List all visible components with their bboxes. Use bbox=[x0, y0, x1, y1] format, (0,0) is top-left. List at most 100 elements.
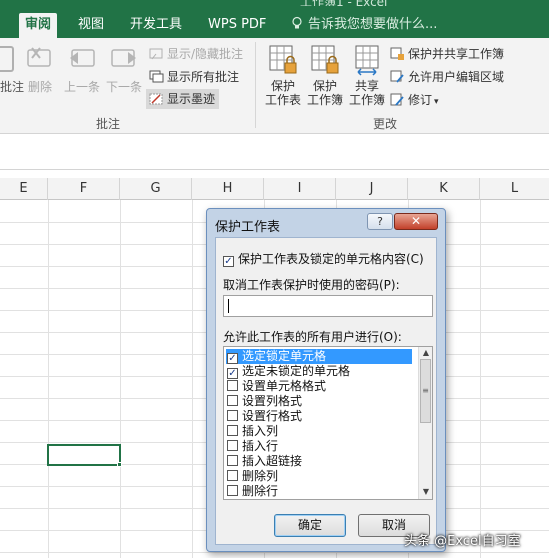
list-item-label: 删除列 bbox=[242, 469, 279, 483]
next-comment-icon bbox=[111, 49, 136, 67]
tell-me-search[interactable]: 告诉我您想要做什么... bbox=[290, 13, 437, 38]
window-title: 工作簿1 - Excel bbox=[300, 0, 387, 6]
next-comment-button[interactable]: 下一条 bbox=[106, 78, 142, 95]
share-workbook-label-2: 工作簿 bbox=[348, 93, 385, 107]
protect-workbook-button[interactable]: 保护 工作簿 bbox=[305, 44, 345, 107]
list-item[interactable]: 插入行 bbox=[226, 439, 412, 454]
allow-edit-label: 允许用户编辑区域 bbox=[408, 70, 505, 84]
list-checkbox[interactable] bbox=[227, 410, 238, 421]
list-item[interactable]: 插入列 bbox=[226, 424, 412, 439]
list-item-label: 选定锁定单元格 bbox=[242, 349, 327, 363]
ok-button[interactable]: 确定 bbox=[274, 514, 346, 537]
text-caret bbox=[228, 299, 229, 313]
tab-review[interactable]: 审阅 bbox=[19, 13, 58, 38]
list-item-label: 插入列 bbox=[242, 424, 279, 438]
list-item[interactable]: 设置列格式 bbox=[226, 394, 412, 409]
protect-sheet-label-1: 保护 bbox=[270, 79, 295, 93]
list-item-label: 设置列格式 bbox=[242, 394, 303, 408]
protect-sheet-label-2: 工作表 bbox=[264, 93, 301, 107]
fill-handle[interactable] bbox=[117, 462, 122, 467]
changes-group-label: 更改 bbox=[373, 117, 398, 131]
show-all-comments-button[interactable]: 显示所有批注 bbox=[149, 68, 239, 85]
protect-workbook-label-2: 工作簿 bbox=[306, 93, 343, 107]
tab-developer[interactable]: 开发工具 bbox=[124, 13, 188, 38]
dialog-title: 保护工作表 bbox=[215, 220, 281, 235]
column-header-f[interactable]: F bbox=[48, 178, 120, 200]
protect-share-label: 保护并共享工作簿 bbox=[408, 47, 505, 61]
close-button[interactable]: ✕ bbox=[394, 213, 438, 230]
active-cell[interactable] bbox=[47, 444, 121, 466]
ribbon-tab-bar: 工作簿1 - Excel 审阅 视图 开发工具 WPS PDF 告诉我您想要做什… bbox=[0, 0, 549, 38]
permissions-list[interactable]: ✓ 选定锁定单元格 ✓ 选定未锁定的单元格 设置单元格格式 设置列格式 设置行格式 … bbox=[223, 346, 433, 500]
show-ink-button[interactable]: 显示墨迹 bbox=[146, 89, 220, 109]
share-workbook-label-1: 共享 bbox=[354, 79, 379, 93]
column-header-i[interactable]: I bbox=[264, 178, 336, 200]
group-divider bbox=[255, 42, 256, 128]
protect-checkbox[interactable]: ✓ bbox=[223, 256, 234, 267]
protect-checkbox-row[interactable]: ✓ 保护工作表及锁定的单元格内容(C) bbox=[223, 250, 424, 267]
list-item[interactable]: 设置单元格格式 bbox=[226, 379, 412, 394]
column-header-l[interactable]: L bbox=[480, 178, 549, 200]
list-item[interactable]: ✓ 选定锁定单元格 bbox=[226, 349, 412, 364]
scroll-thumb[interactable]: ≡ bbox=[420, 359, 431, 423]
delete-comment-button[interactable]: 删除 bbox=[28, 78, 52, 95]
list-checkbox[interactable] bbox=[227, 470, 238, 481]
previous-comment-button[interactable]: 上一条 bbox=[64, 78, 100, 95]
column-header-g[interactable]: G bbox=[120, 178, 192, 200]
list-item[interactable]: 删除行 bbox=[226, 484, 412, 499]
comment-toggle-icon bbox=[149, 48, 163, 60]
protect-share-workbook-button[interactable]: 保护并共享工作簿 bbox=[390, 45, 504, 62]
column-header-k[interactable]: K bbox=[408, 178, 480, 200]
list-item-label: 插入行 bbox=[242, 439, 279, 453]
column-header-h[interactable]: H bbox=[192, 178, 264, 200]
new-comment-button[interactable]: 批注 bbox=[0, 78, 24, 95]
show-hide-comment-label: 显示/隐藏批注 bbox=[167, 47, 244, 61]
tab-wps-pdf[interactable]: WPS PDF bbox=[202, 13, 272, 38]
column-header-j[interactable]: J bbox=[336, 178, 408, 200]
allow-edit-icon bbox=[390, 70, 404, 83]
list-item[interactable]: 删除列 bbox=[226, 469, 412, 484]
list-checkbox[interactable]: ✓ bbox=[227, 368, 238, 379]
protect-checkbox-label: 保护工作表及锁定的单元格内容(C) bbox=[238, 252, 424, 266]
list-scrollbar[interactable]: ▲ ≡ ▼ bbox=[418, 347, 432, 499]
ink-pen-icon bbox=[149, 93, 163, 105]
protect-workbook-icon bbox=[311, 45, 339, 74]
tell-me-text: 告诉我您想要做什么... bbox=[308, 17, 438, 32]
show-hide-comment-button[interactable]: 显示/隐藏批注 bbox=[149, 45, 243, 62]
comments-group-label: 批注 bbox=[96, 117, 121, 131]
password-input[interactable] bbox=[223, 295, 433, 317]
list-checkbox[interactable] bbox=[227, 395, 238, 406]
delete-comment-icon bbox=[27, 47, 51, 67]
protect-sheet-dialog: 保护工作表 ? ✕ ✓ 保护工作表及锁定的单元格内容(C) 取消工作表保护时使用的… bbox=[206, 208, 446, 552]
column-header-e[interactable]: E bbox=[0, 178, 48, 200]
list-checkbox[interactable] bbox=[227, 425, 238, 436]
list-checkbox[interactable] bbox=[227, 440, 238, 451]
password-label: 取消工作表保护时使用的密码(P): bbox=[223, 278, 400, 292]
show-all-comments-label: 显示所有批注 bbox=[167, 70, 240, 84]
scroll-up-arrow-icon[interactable]: ▲ bbox=[421, 348, 431, 358]
list-item-label: 删除行 bbox=[242, 484, 279, 498]
list-checkbox[interactable] bbox=[227, 485, 238, 496]
list-checkbox[interactable] bbox=[227, 455, 238, 466]
list-checkbox[interactable]: ✓ bbox=[227, 353, 238, 364]
protect-workbook-label-1: 保护 bbox=[312, 79, 337, 93]
list-item[interactable]: 插入超链接 bbox=[226, 454, 412, 469]
share-workbook-button[interactable]: 共享 工作簿 bbox=[347, 44, 387, 107]
allow-edit-ranges-button[interactable]: 允许用户编辑区域 bbox=[390, 68, 504, 85]
tab-view[interactable]: 视图 bbox=[72, 13, 110, 38]
list-item-label: 设置行格式 bbox=[242, 409, 303, 423]
help-button[interactable]: ? bbox=[367, 213, 393, 230]
formula-bar-area bbox=[0, 134, 549, 170]
list-item-label: 选定未锁定的单元格 bbox=[242, 364, 351, 378]
list-checkbox[interactable] bbox=[227, 380, 238, 391]
watermark: 头条 @Excel自习室 bbox=[404, 534, 521, 549]
scroll-down-arrow-icon[interactable]: ▼ bbox=[421, 487, 431, 497]
track-changes-button[interactable]: 修订 ▾ bbox=[390, 91, 439, 108]
dropdown-arrow-icon: ▾ bbox=[434, 97, 439, 107]
list-item[interactable]: ✓ 选定未锁定的单元格 bbox=[226, 364, 412, 379]
protect-sheet-button[interactable]: 保护 工作表 bbox=[263, 44, 303, 107]
dialog-body: ✓ 保护工作表及锁定的单元格内容(C) 取消工作表保护时使用的密码(P): 允许此… bbox=[215, 237, 437, 545]
protect-sheet-icon bbox=[269, 45, 297, 74]
comments-stack-icon bbox=[149, 70, 164, 83]
list-item[interactable]: 设置行格式 bbox=[226, 409, 412, 424]
